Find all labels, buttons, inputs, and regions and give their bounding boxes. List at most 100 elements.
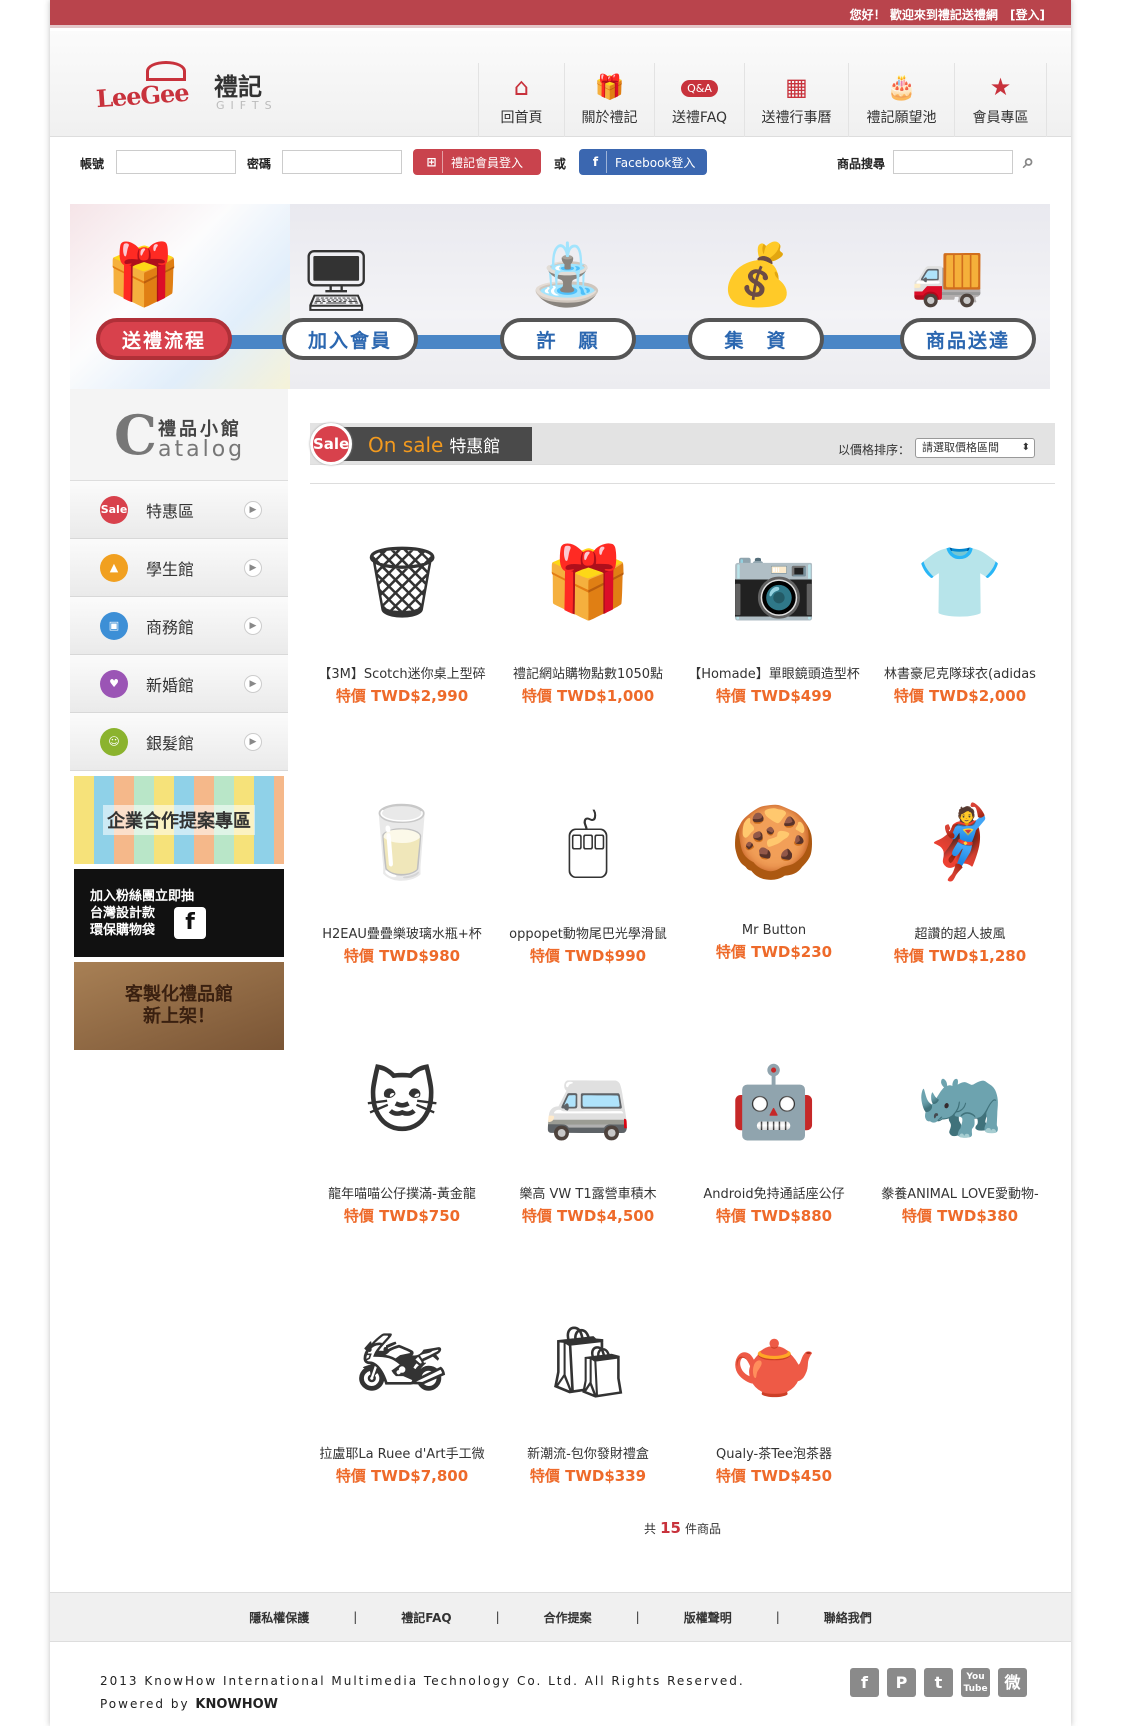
product-name[interactable]: 禮記網站購物點數1050點 <box>498 663 678 682</box>
sidebar-item-student[interactable]: ▲ 學生館 ▶ <box>70 539 288 597</box>
step-join[interactable]: 加入會員 <box>282 318 418 360</box>
facebook-login-button[interactable]: f Facebook登入 <box>579 149 707 175</box>
footer-link-faq[interactable]: 禮記FAQ <box>397 1609 455 1626</box>
van-icon[interactable]: 🚐 <box>513 1027 663 1177</box>
nav-home[interactable]: ⌂ 回首頁 <box>479 63 565 137</box>
nav-calendar[interactable]: ▦ 送禮行事曆 <box>745 63 849 137</box>
gift-card-icon[interactable]: 🎁 <box>513 507 663 657</box>
chevron-right-icon: ▶ <box>244 675 262 693</box>
product-card[interactable]: 📷 【Homade】單眼鏡頭造型杯 特價 TWD$499 <box>684 507 864 706</box>
lens-cup-icon[interactable]: 📷 <box>699 507 849 657</box>
product-price: 特價 TWD$880 <box>715 1207 833 1225</box>
search-input[interactable] <box>893 150 1013 174</box>
sidebar-item-label: 特惠區 <box>146 501 195 521</box>
product-name[interactable]: 樂高 VW T1露營車積木 <box>498 1183 678 1202</box>
step-deliver[interactable]: 商品送達 <box>900 318 1036 360</box>
jersey-icon[interactable]: 👕 <box>885 507 1035 657</box>
knowhow-logo[interactable]: KNOWHOW <box>195 1697 278 1712</box>
product-card[interactable]: 🥛 H2EAU疊疊樂玻璃水瓶+杯 特價 TWD$980 <box>312 767 492 966</box>
product-card[interactable]: 🦸 超讚的超人披風 特價 TWD$1,280 <box>870 767 1050 966</box>
product-card[interactable]: 🏍 拉盧耶La Ruee d'Art手工微 特價 TWD$7,800 <box>312 1287 492 1486</box>
footer-link-contact[interactable]: 聯絡我們 <box>820 1609 876 1626</box>
footer-nav: 隱私權保護 | 禮記FAQ | 合作提案 | 版權聲明 | 聯絡我們 <box>50 1592 1071 1642</box>
separator: | <box>635 1610 640 1624</box>
nav-label: 送禮行事曆 <box>761 110 832 126</box>
footer-link-proposal[interactable]: 合作提案 <box>540 1609 596 1626</box>
briefcase-icon: ▣ <box>100 611 128 640</box>
cat-figure-icon[interactable]: 🐱 <box>327 1027 477 1177</box>
logo[interactable]: LeeGee 禮記 GIFTS <box>95 61 296 121</box>
custom-gift-promo[interactable]: 客製化禮品館 新上架！ <box>74 962 284 1050</box>
fans-promo[interactable]: 加入粉絲團立即抽 台灣設計款 環保購物袋 f <box>74 869 284 957</box>
product-card[interactable]: 🦏 豢養ANIMAL LOVE愛動物- 特價 TWD$380 <box>870 1027 1050 1226</box>
nav-faq[interactable]: Q&A 送禮FAQ <box>655 63 745 137</box>
product-card[interactable]: 🛍 新潮流-包你發財禮盒 特價 TWD$339 <box>498 1287 678 1486</box>
product-name[interactable]: 新潮流-包你發財禮盒 <box>498 1443 678 1462</box>
product-card[interactable]: 🍪 Mr Button 特價 TWD$230 <box>684 767 864 962</box>
sidebar-item-wedding[interactable]: ♥ 新婚館 ▶ <box>70 655 288 713</box>
product-name[interactable]: 超讚的超人披風 <box>870 923 1050 942</box>
twitter-icon[interactable]: t <box>924 1668 953 1697</box>
product-name[interactable]: 【Homade】單眼鏡頭造型杯 <box>684 663 864 682</box>
account-input[interactable] <box>116 150 236 174</box>
step-process[interactable]: 送禮流程 <box>96 318 232 360</box>
step-wish[interactable]: 許 願 <box>500 318 636 360</box>
search-icon[interactable]: ⌕ <box>1023 149 1034 173</box>
superman-icon[interactable]: 🦸 <box>885 767 1035 917</box>
product-card[interactable]: 🖱 oppopet動物尾巴光學滑鼠 特價 TWD$990 <box>498 767 678 966</box>
product-name[interactable]: 【3M】Scotch迷你桌上型碎 <box>312 663 492 682</box>
glass-icon[interactable]: 🥛 <box>327 767 477 917</box>
nav-member[interactable]: ★ 會員專區 <box>955 63 1047 137</box>
product-name[interactable]: oppopet動物尾巴光學滑鼠 <box>498 923 678 942</box>
count-number: 15 <box>660 1519 681 1537</box>
footer-link-copyright[interactable]: 版權聲明 <box>680 1609 736 1626</box>
android-icon[interactable]: 🤖 <box>699 1027 849 1177</box>
product-card[interactable]: 🎁 禮記網站購物點數1050點 特價 TWD$1,000 <box>498 507 678 706</box>
product-card[interactable]: 🤖 Android免持通話座公仔 特價 TWD$880 <box>684 1027 864 1226</box>
product-name[interactable]: 龍年喵喵公仔撲滿-黃金龍 <box>312 1183 492 1202</box>
mouse-icon[interactable]: 🖱 <box>513 767 663 917</box>
product-name[interactable]: 豢養ANIMAL LOVE愛動物- <box>870 1183 1050 1202</box>
product-name[interactable]: 拉盧耶La Ruee d'Art手工微 <box>312 1443 492 1462</box>
youtube-icon[interactable]: You Tube <box>961 1668 990 1697</box>
shredder-icon[interactable]: 🗑 <box>327 507 477 657</box>
product-card[interactable]: 👕 林書豪尼克隊球衣(adidas 特價 TWD$2,000 <box>870 507 1050 706</box>
count-post: 件商品 <box>684 1522 721 1536</box>
catalog-heading: C 禮品小館 atalog <box>70 389 288 481</box>
tea-infuser-icon[interactable]: 🫖 <box>699 1287 849 1437</box>
step-fund[interactable]: 集 資 <box>688 318 824 360</box>
sale-title: On sale 特惠館 <box>368 433 500 459</box>
button-icon[interactable]: 🍪 <box>699 767 849 917</box>
diorama-icon[interactable]: 🏍 <box>327 1287 477 1437</box>
product-name[interactable]: 林書豪尼克隊球衣(adidas <box>870 663 1050 682</box>
plurk-icon[interactable]: P <box>887 1668 916 1697</box>
rhino-planter-icon[interactable]: 🦏 <box>885 1027 1035 1177</box>
powered-by: Powered by KNOWHOW <box>100 1693 745 1716</box>
wish-icon: 🎂 <box>886 73 917 101</box>
member-login-button[interactable]: ⊞ 禮記會員登入 <box>413 149 541 175</box>
nav-wish[interactable]: 🎂 禮記願望池 <box>849 63 955 137</box>
sidebar-item-sale[interactable]: Sale 特惠區 ▶ <box>70 481 288 539</box>
top-login-link[interactable]: [登入] <box>1010 8 1045 22</box>
product-card[interactable]: 🫖 Qualy-茶Tee泡茶器 特價 TWD$450 <box>684 1287 864 1486</box>
product-card[interactable]: 🗑 【3M】Scotch迷你桌上型碎 特價 TWD$2,990 <box>312 507 492 706</box>
weibo-icon[interactable]: 微 <box>998 1668 1027 1697</box>
product-name[interactable]: Qualy-茶Tee泡茶器 <box>684 1443 864 1462</box>
password-input[interactable] <box>282 150 402 174</box>
top-bar: 您好！ 歡迎來到禮記送禮網 [登入] <box>50 0 1071 28</box>
star-icon: ★ <box>989 73 1012 101</box>
sort-select[interactable]: 請選取價格區間 <box>915 438 1035 458</box>
sidebar-item-business[interactable]: ▣ 商務館 ▶ <box>70 597 288 655</box>
gift-box-icon[interactable]: 🛍 <box>513 1287 663 1437</box>
footer-link-privacy[interactable]: 隱私權保護 <box>245 1609 313 1626</box>
product-name[interactable]: Android免持通話座公仔 <box>684 1183 864 1202</box>
corporate-promo[interactable]: 企業合作提案專區 <box>74 776 284 864</box>
product-name[interactable]: H2EAU疊疊樂玻璃水瓶+杯 <box>312 923 492 942</box>
product-card[interactable]: 🚐 樂高 VW T1露營車積木 特價 TWD$4,500 <box>498 1027 678 1226</box>
sidebar-item-elder[interactable]: ☺ 銀髮館 ▶ <box>70 713 288 771</box>
facebook-icon[interactable]: f <box>850 1668 879 1697</box>
product-card[interactable]: 🐱 龍年喵喵公仔撲滿-黃金龍 特價 TWD$750 <box>312 1027 492 1226</box>
product-price: 特價 TWD$450 <box>715 1467 833 1485</box>
product-name[interactable]: Mr Button <box>684 923 864 938</box>
nav-about[interactable]: 🎁 關於禮記 <box>565 63 655 137</box>
